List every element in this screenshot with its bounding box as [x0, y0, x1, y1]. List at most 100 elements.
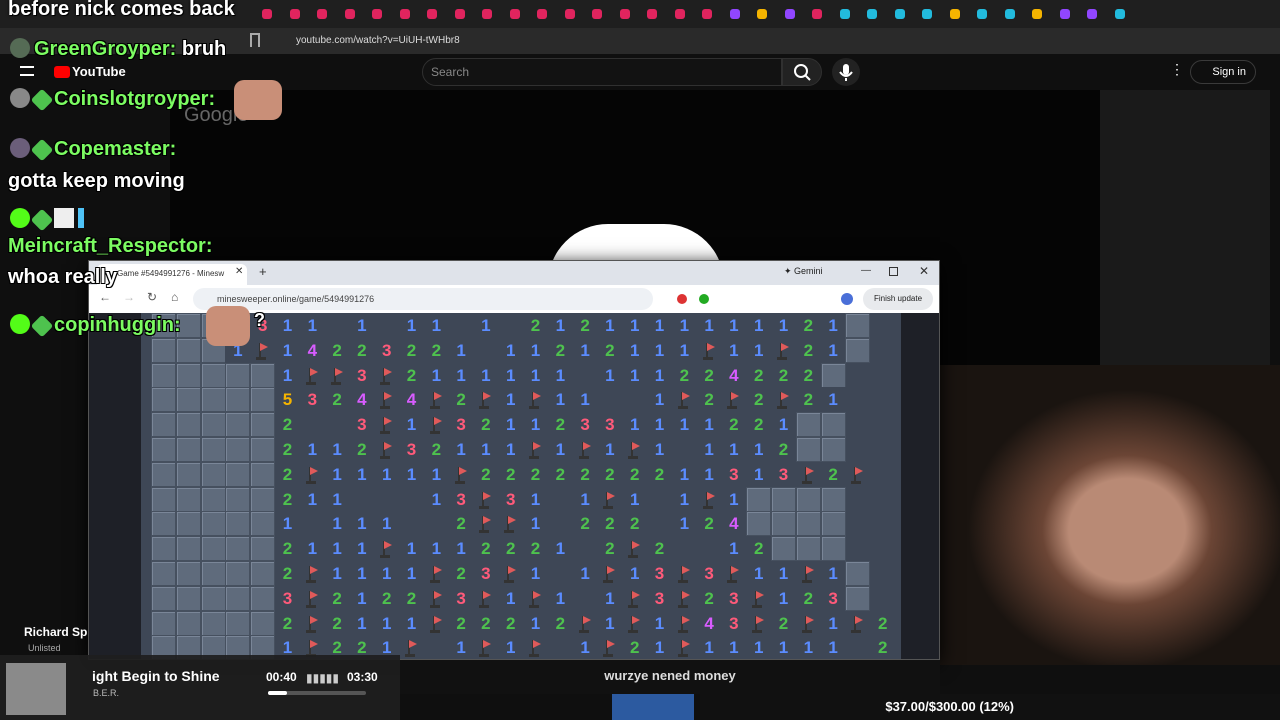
flag-cell[interactable] — [597, 561, 623, 586]
unrevealed-cell[interactable] — [820, 536, 846, 562]
unrevealed-cell[interactable] — [151, 610, 176, 636]
extension-icon[interactable] — [699, 294, 709, 304]
search-input[interactable]: Search — [422, 58, 782, 86]
revealed-cell[interactable]: 2 — [622, 635, 648, 659]
revealed-cell[interactable]: 1 — [299, 437, 325, 462]
unrevealed-cell[interactable] — [200, 536, 226, 562]
flag-cell[interactable] — [671, 585, 697, 611]
revealed-cell[interactable]: 3 — [448, 486, 474, 512]
flag-cell[interactable] — [423, 585, 449, 611]
revealed-cell[interactable]: 1 — [448, 536, 474, 562]
unrevealed-cell[interactable] — [250, 610, 276, 636]
revealed-cell[interactable]: 4 — [349, 387, 375, 413]
flag-cell[interactable] — [374, 437, 400, 462]
revealed-cell[interactable]: 1 — [622, 561, 648, 586]
flag-cell[interactable] — [696, 486, 722, 512]
flag-cell[interactable] — [374, 536, 400, 562]
unrevealed-cell[interactable] — [175, 362, 201, 388]
mic-button[interactable] — [832, 58, 860, 86]
revealed-cell[interactable]: 1 — [498, 635, 524, 659]
flag-cell[interactable] — [622, 437, 648, 462]
revealed-cell[interactable]: 2 — [572, 511, 598, 537]
extension-icon[interactable] — [677, 294, 687, 304]
flag-cell[interactable] — [671, 635, 697, 659]
revealed-cell[interactable]: 1 — [746, 313, 772, 338]
revealed-cell[interactable]: 2 — [771, 362, 796, 388]
revealed-cell[interactable]: 1 — [597, 585, 623, 611]
reload-icon[interactable]: ↻ — [147, 290, 157, 304]
revealed-cell[interactable]: 2 — [523, 461, 548, 487]
revealed-cell[interactable]: 3 — [647, 585, 672, 611]
unrevealed-cell[interactable] — [200, 486, 226, 512]
revealed-cell[interactable]: 1 — [746, 461, 772, 487]
revealed-cell[interactable]: 2 — [399, 585, 424, 611]
revealed-cell[interactable]: 1 — [299, 536, 325, 562]
revealed-cell[interactable]: 2 — [275, 486, 300, 512]
revealed-cell[interactable]: 1 — [349, 561, 375, 586]
revealed-cell[interactable] — [845, 635, 871, 659]
revealed-cell[interactable]: 1 — [771, 561, 796, 586]
revealed-cell[interactable]: 2 — [374, 585, 400, 611]
revealed-cell[interactable]: 2 — [647, 536, 672, 562]
unrevealed-cell[interactable] — [175, 486, 201, 512]
revealed-cell[interactable]: 3 — [696, 561, 722, 586]
revealed-cell[interactable]: 2 — [795, 313, 821, 338]
revealed-cell[interactable]: 2 — [795, 337, 821, 363]
revealed-cell[interactable]: 1 — [448, 362, 474, 388]
revealed-cell[interactable]: 2 — [399, 362, 424, 388]
revealed-cell[interactable]: 1 — [324, 437, 350, 462]
flag-cell[interactable] — [721, 561, 747, 586]
revealed-cell[interactable]: 1 — [423, 486, 449, 512]
revealed-cell[interactable]: 3 — [721, 585, 747, 611]
unrevealed-cell[interactable] — [225, 461, 251, 487]
flag-cell[interactable] — [498, 561, 524, 586]
revealed-cell[interactable]: 1 — [399, 610, 424, 636]
revealed-cell[interactable]: 2 — [275, 461, 300, 487]
revealed-cell[interactable]: 3 — [299, 387, 325, 413]
tab-minesweeper[interactable]: Game #5494991276 - Minesw — [97, 264, 247, 285]
flag-cell[interactable] — [597, 486, 623, 512]
revealed-cell[interactable]: 1 — [820, 635, 846, 659]
flag-cell[interactable] — [423, 387, 449, 413]
revealed-cell[interactable]: 1 — [473, 313, 499, 338]
unrevealed-cell[interactable] — [771, 486, 796, 512]
gemini-button[interactable]: ✦ Gemini — [784, 266, 823, 277]
flag-cell[interactable] — [721, 387, 747, 413]
revealed-cell[interactable]: 1 — [498, 387, 524, 413]
revealed-cell[interactable]: 3 — [647, 561, 672, 586]
tab-favicon-icon[interactable] — [564, 9, 575, 19]
unrevealed-cell[interactable] — [845, 561, 871, 586]
search-button[interactable] — [782, 58, 822, 86]
tab-favicon-icon[interactable] — [922, 9, 932, 19]
sign-in-button[interactable]: Sign in — [1190, 60, 1256, 84]
revealed-cell[interactable]: 2 — [696, 362, 722, 388]
unrevealed-cell[interactable] — [225, 610, 251, 636]
revealed-cell[interactable]: 2 — [721, 412, 747, 438]
revealed-cell[interactable]: 1 — [423, 362, 449, 388]
revealed-cell[interactable]: 1 — [349, 536, 375, 562]
revealed-cell[interactable]: 1 — [572, 486, 598, 512]
revealed-cell[interactable]: 2 — [448, 511, 474, 537]
revealed-cell[interactable]: 3 — [597, 412, 623, 438]
unrevealed-cell[interactable] — [746, 511, 772, 537]
revealed-cell[interactable]: 2 — [349, 337, 375, 363]
revealed-cell[interactable]: 1 — [523, 337, 548, 363]
revealed-cell[interactable] — [622, 387, 648, 413]
revealed-cell[interactable]: 1 — [820, 561, 846, 586]
revealed-cell[interactable] — [696, 536, 722, 562]
revealed-cell[interactable] — [597, 387, 623, 413]
menu-icon[interactable] — [20, 66, 34, 76]
revealed-cell[interactable]: 2 — [622, 461, 648, 487]
revealed-cell[interactable]: 2 — [275, 536, 300, 562]
flag-cell[interactable] — [250, 337, 276, 363]
profile-avatar[interactable] — [841, 293, 853, 305]
unrevealed-cell[interactable] — [151, 561, 176, 586]
flag-cell[interactable] — [299, 585, 325, 611]
revealed-cell[interactable]: 1 — [721, 313, 747, 338]
revealed-cell[interactable]: 3 — [349, 412, 375, 438]
flag-cell[interactable] — [622, 610, 648, 636]
unrevealed-cell[interactable] — [795, 511, 821, 537]
revealed-cell[interactable]: 4 — [696, 610, 722, 636]
unrevealed-cell[interactable] — [820, 437, 846, 462]
unrevealed-cell[interactable] — [151, 362, 176, 388]
